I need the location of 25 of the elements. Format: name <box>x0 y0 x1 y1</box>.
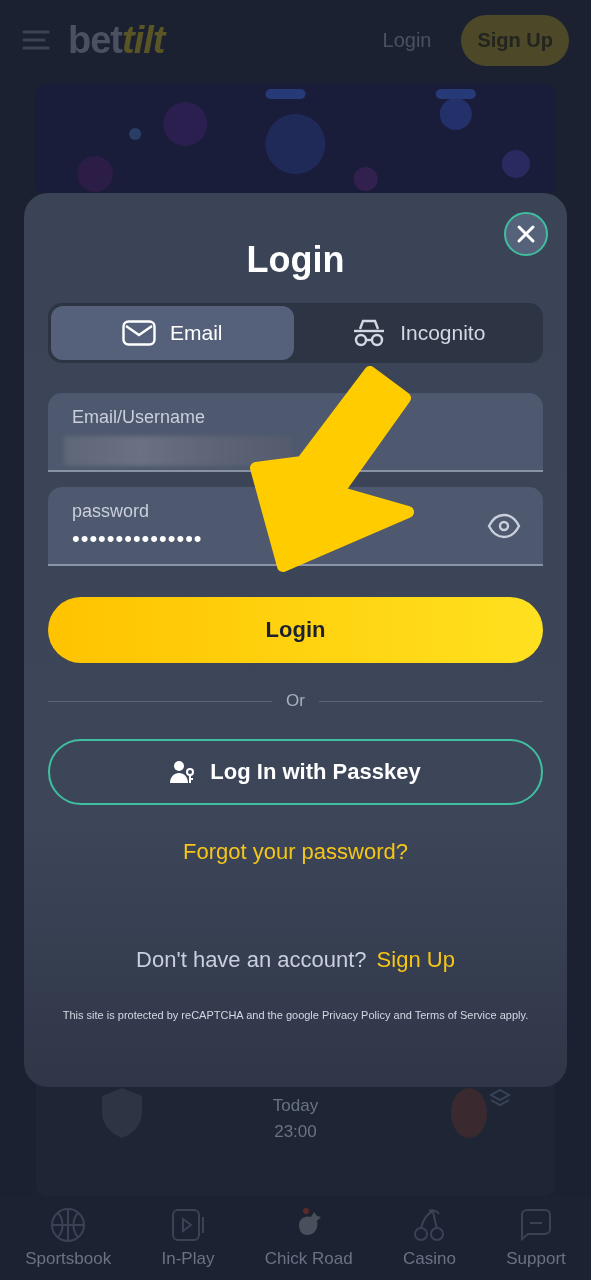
divider-label: Or <box>286 691 305 711</box>
envelope-icon <box>122 319 156 347</box>
user-key-icon <box>170 760 197 784</box>
nav-item[interactable]: In-Play <box>161 1207 215 1269</box>
nav-item[interactable]: Chick Road <box>264 1207 353 1269</box>
nav-item[interactable]: Sportsbook <box>25 1207 112 1269</box>
match-day: Today <box>272 1096 319 1116</box>
sign-up-link[interactable]: Sign Up <box>376 947 455 973</box>
forgot-password-link[interactable]: Forgot your password? <box>183 839 408 865</box>
tab[interactable]: Email <box>51 306 294 360</box>
dialog-title: Login <box>246 239 345 281</box>
sign-up-prompt: Don't have an account? <box>136 947 367 973</box>
basketball-icon <box>50 1207 87 1243</box>
nav-item[interactable]: Support <box>506 1207 566 1269</box>
recaptcha-notice: This site is protected by reCAPTCHA and the google Privacy Policy and Terms of Service apply. <box>61 1009 530 1021</box>
eye-icon[interactable] <box>487 513 521 539</box>
match-time: 23:00 <box>274 1122 317 1142</box>
play-icon <box>169 1207 206 1243</box>
nav-item[interactable]: Casino <box>403 1207 456 1269</box>
incognito-icon <box>352 319 387 347</box>
close-icon <box>516 224 536 244</box>
tab[interactable]: Incognito <box>297 306 540 360</box>
passkey-button[interactable]: Log In with Passkey <box>48 739 543 805</box>
close-button[interactable] <box>504 212 548 256</box>
login-button[interactable]: Login <box>48 597 543 663</box>
